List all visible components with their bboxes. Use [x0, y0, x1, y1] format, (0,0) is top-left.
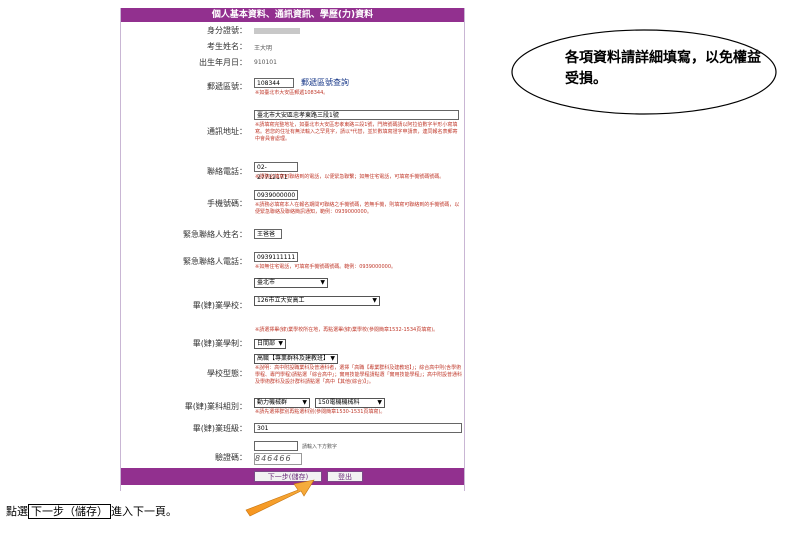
- chevron-down-icon: ▼: [372, 297, 377, 304]
- dept-value: 150電機機械科: [318, 399, 360, 406]
- dept-label: 畢(肄)業科組別：: [184, 402, 247, 411]
- callout-text: 各項資料請詳細填寫，以免權益受損。: [565, 50, 761, 87]
- postal-input[interactable]: 108344: [254, 78, 294, 88]
- address-input[interactable]: 臺北市大安區忠孝東路三段1號: [254, 110, 459, 120]
- row-emergency-name: 緊急聯絡人姓名： 王爸爸: [121, 227, 464, 241]
- row-captcha: 驗證碼： 請輸入下方數字 846466: [121, 439, 464, 467]
- school-name-value: 126市立大安高工: [257, 297, 305, 304]
- chevron-down-icon: ▼: [302, 399, 307, 406]
- row-birth: 出生年月日： 910101: [121, 57, 464, 69]
- emergency-phone-label: 緊急聯絡人電話：: [183, 257, 247, 266]
- chevron-down-icon: ▼: [377, 399, 382, 406]
- year-value: 日間部: [257, 340, 276, 347]
- row-dept: 畢(肄)業科組別： 動力機械群 ▼ 150電機機械科 ▼ ※請先選擇群別再點選科…: [121, 396, 464, 418]
- school-name-select[interactable]: 126市立大安高工 ▼: [254, 296, 380, 306]
- postal-lookup-button[interactable]: 郵遞區號查詢: [301, 77, 349, 88]
- birth-value: 910101: [254, 59, 277, 66]
- arrow-icon: [245, 479, 315, 517]
- year-select[interactable]: 日間部 ▼: [254, 339, 286, 349]
- address-note: ※請填寫完整地址，如臺北市大安區忠孝東路三段1號，門牌號碼請以阿拉伯數字半形小寫…: [255, 122, 458, 142]
- form-panel: 個人基本資料、通訊資訊、學歷(力)資料 身分證號： 考生姓名： 王大明 出生年月…: [120, 8, 465, 491]
- postal-note: ※如臺北市大安區郵遞108344。: [255, 90, 329, 96]
- id-value-masked: [254, 28, 300, 34]
- instruction-text: 點選 下一步（儲存） 進入下一頁。: [6, 503, 177, 519]
- address-label: 通訊地址：: [207, 127, 247, 136]
- dept-group-select[interactable]: 動力機械群 ▼: [254, 398, 310, 408]
- row-emergency-phone: 緊急聯絡人電話： 0939111111 ※如無住宅電話，可填寫手機號碼號碼。範例…: [121, 250, 464, 274]
- form-title: 個人基本資料、通訊資訊、學歷(力)資料: [121, 8, 464, 22]
- phone-label: 聯絡電話：: [207, 167, 247, 176]
- row-postal: 郵遞區號： 108344 郵遞區號查詢 ※如臺北市大安區郵遞108344。: [121, 75, 464, 105]
- class-input[interactable]: 301: [254, 423, 462, 433]
- dept-select[interactable]: 150電機機械科 ▼: [315, 398, 385, 408]
- emergency-phone-input[interactable]: 0939111111: [254, 252, 298, 262]
- postal-label: 郵遞區號：: [207, 82, 247, 91]
- emergency-name-label: 緊急聯絡人姓名：: [183, 230, 247, 239]
- name-label: 考生姓名：: [207, 42, 247, 51]
- captcha-input[interactable]: [254, 441, 298, 451]
- instruction-suffix: 進入下一頁。: [111, 505, 177, 518]
- mobile-note: ※請務必填寫本人在報名期間可聯絡之手機號碼，若無手機，則填寫可聯絡到的手機號碼，…: [255, 202, 460, 215]
- dept-note: ※請先選擇群別再點選科別(參閱簡章1530-1531頁填寫)。: [255, 409, 386, 415]
- row-mobile: 手機號碼： 0939000000 ※請務必填寫本人在報名期間可聯絡之手機號碼，若…: [121, 188, 464, 224]
- dept-group-value: 動力機械群: [257, 399, 288, 406]
- chevron-down-icon: ▼: [320, 279, 325, 286]
- row-school-type: 學校型態： 高職【專業群科及建教班】 ▼ ※說明：高中附設職業科及普通科者，選擇…: [121, 352, 464, 394]
- captcha-image: 846466: [254, 453, 302, 465]
- chevron-down-icon: ▼: [330, 355, 335, 362]
- phone-input[interactable]: 02-27712171: [254, 162, 298, 181]
- class-label: 畢(肄)業班級：: [192, 424, 247, 433]
- row-id: 身分證號：: [121, 25, 464, 37]
- type-label: 學校型態：: [207, 369, 247, 378]
- captcha-hint: 請輸入下方數字: [302, 444, 338, 450]
- school-note: ※請選擇畢(肄)業學校所在地，再點選畢(肄)業學校(參閱簡章1532-1534頁…: [255, 327, 439, 333]
- mobile-label: 手機號碼：: [207, 199, 247, 208]
- instruction-boxed: 下一步（儲存）: [28, 504, 111, 519]
- row-phone: 聯絡電話： 02-27712171 ※請務必填寫可聯絡到的電話，以便緊急聯繫；如…: [121, 160, 464, 184]
- name-value: 王大明: [254, 45, 273, 52]
- instruction-prefix: 點選: [6, 505, 28, 518]
- row-address: 通訊地址： 臺北市大安區忠孝東路三段1號 ※請填寫完整地址，如臺北市大安區忠孝東…: [121, 108, 464, 158]
- row-year-system: 畢(肄)業學制： 日間部 ▼: [121, 336, 464, 350]
- chevron-down-icon: ▼: [278, 340, 283, 347]
- row-school: 畢(肄)業學校： 臺北市 ▼ 126市立大安高工 ▼ ※請選擇畢(肄)業學校所在…: [121, 274, 464, 334]
- school-city-select[interactable]: 臺北市 ▼: [254, 278, 328, 288]
- emergency-name-input[interactable]: 王爸爸: [254, 229, 282, 239]
- year-label: 畢(肄)業學制：: [192, 339, 247, 348]
- school-city-value: 臺北市: [257, 279, 276, 286]
- emergency-phone-note: ※如無住宅電話，可填寫手機號碼號碼。範例：0939000000。: [255, 264, 397, 270]
- captcha-label: 驗證碼：: [215, 453, 247, 462]
- id-label: 身分證號：: [207, 26, 247, 35]
- phone-note: ※請務必填寫可聯絡到的電話，以便緊急聯繫；如無住宅電話，可填寫手機號碼號碼。: [255, 174, 445, 180]
- row-name: 考生姓名： 王大明: [121, 41, 464, 53]
- type-select[interactable]: 高職【專業群科及建教班】 ▼: [254, 354, 338, 364]
- mobile-input[interactable]: 0939000000: [254, 190, 298, 200]
- row-class: 畢(肄)業班級： 301: [121, 421, 464, 435]
- school-label: 畢(肄)業學校：: [192, 301, 247, 310]
- type-value: 高職【專業群科及建教班】: [257, 355, 330, 362]
- birth-label: 出生年月日：: [199, 58, 247, 67]
- type-note: ※說明：高中附設職業科及普通科者，選擇「高職【專業群科及建教班】」；綜合高中則(…: [255, 365, 462, 385]
